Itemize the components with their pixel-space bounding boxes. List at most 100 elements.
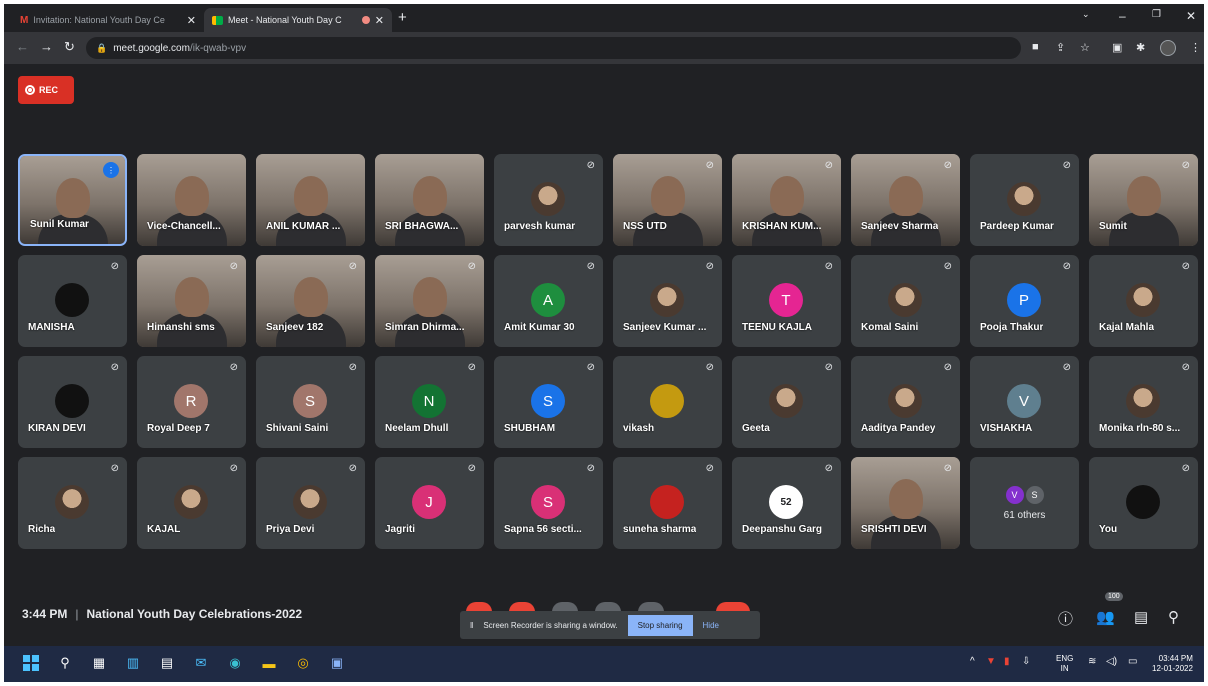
task-view-icon[interactable]: ▦ xyxy=(90,654,108,672)
antivirus-icon[interactable]: ▼ xyxy=(986,656,996,667)
stop-sharing-button[interactable]: Stop sharing xyxy=(627,614,693,636)
participant-tile[interactable]: S ⊘ Shivani Saini xyxy=(256,356,365,448)
participant-tile[interactable]: ⊘ parvesh kumar xyxy=(494,154,603,246)
participant-tile[interactable]: ⊘ Himanshi sms xyxy=(137,255,246,347)
participant-tile[interactable]: R ⊘ Royal Deep 7 xyxy=(137,356,246,448)
camera-in-use-icon[interactable]: ■ xyxy=(1032,41,1039,53)
minimize-button[interactable]: – xyxy=(1119,9,1126,23)
chat-icon[interactable]: ▤ xyxy=(1134,608,1148,626)
mail-icon[interactable]: ✉ xyxy=(192,654,210,672)
participant-avatar xyxy=(769,384,803,418)
participant-tile[interactable]: ⊘ Sanjeev Sharma xyxy=(851,154,960,246)
participant-tile[interactable]: V ⊘ VISHAKHA xyxy=(970,356,1079,448)
share-message: Screen Recorder is sharing a window. xyxy=(483,620,618,630)
tab-search-icon[interactable]: ⌄ xyxy=(1082,9,1090,20)
calendar-icon[interactable]: ▤ xyxy=(158,654,176,672)
people-icon[interactable]: 👥 xyxy=(1096,608,1115,626)
participant-tile[interactable]: ANIL KUMAR ... xyxy=(256,154,365,246)
share-icon[interactable]: ⇪ xyxy=(1056,41,1065,54)
participant-tile[interactable]: ⊘ Priya Devi xyxy=(256,457,365,549)
screen-recorder-icon[interactable]: ▣ xyxy=(328,654,346,672)
participant-tile[interactable]: 52 ⊘ Deepanshu Garg xyxy=(732,457,841,549)
participant-tile[interactable]: ⊘ NSS UTD xyxy=(613,154,722,246)
participant-tile[interactable]: ⊘ KRISHAN KUM... xyxy=(732,154,841,246)
volume-icon[interactable]: ◁) xyxy=(1106,656,1117,667)
participant-tile[interactable]: ⋮ Sunil Kumar xyxy=(18,154,127,246)
participant-name: parvesh kumar xyxy=(504,221,576,232)
participant-name: SHUBHAM xyxy=(504,423,556,434)
participant-tile[interactable]: ⊘ Komal Saini xyxy=(851,255,960,347)
maximize-button[interactable]: ❐ xyxy=(1152,9,1161,20)
participant-tile[interactable]: J ⊘ Jagriti xyxy=(375,457,484,549)
wifi-icon[interactable]: ≋ xyxy=(1088,656,1096,667)
participant-tile[interactable]: ⊘ Sanjeev Kumar ... xyxy=(613,255,722,347)
new-tab-button[interactable]: + xyxy=(398,9,407,26)
widgets-icon[interactable]: ▥ xyxy=(124,654,142,672)
hide-button[interactable]: Hide xyxy=(703,621,719,630)
video-person-head xyxy=(412,277,447,317)
participant-tile[interactable]: ⊘ KIRAN DEVI xyxy=(18,356,127,448)
mic-off-icon: ⊘ xyxy=(229,463,238,474)
participant-tile[interactable]: ⊘ Pardeep Kumar xyxy=(970,154,1079,246)
participant-tile[interactable]: T ⊘ TEENU KAJLA xyxy=(732,255,841,347)
participant-name: You xyxy=(1099,524,1118,535)
windows-start-icon[interactable] xyxy=(22,654,40,672)
participant-tile[interactable]: V S 61 others xyxy=(970,457,1079,549)
participant-tile[interactable]: ⊘ Aaditya Pandey xyxy=(851,356,960,448)
show-hidden-icons[interactable]: ^ xyxy=(970,656,975,667)
participant-tile[interactable]: S ⊘ Sapna 56 secti... xyxy=(494,457,603,549)
url-bar[interactable]: 🔒 meet.google.com /ik-qwab-vpv xyxy=(86,37,1021,59)
participant-name: Shivani Saini xyxy=(266,423,329,434)
participant-tile[interactable]: SRI BHAGWA... xyxy=(375,154,484,246)
system-clock[interactable]: 03:44 PM 12-01-2022 xyxy=(1152,654,1193,674)
participant-tile[interactable]: S ⊘ SHUBHAM xyxy=(494,356,603,448)
close-tab-icon[interactable]: ✕ xyxy=(375,14,384,27)
menu-icon[interactable]: ⋮ xyxy=(1190,41,1201,54)
mic-off-icon: ⊘ xyxy=(824,261,833,272)
participant-tile[interactable]: ⊘ Sumit xyxy=(1089,154,1198,246)
chrome-icon[interactable]: ◎ xyxy=(294,654,312,672)
participant-tile[interactable]: Vice-Chancell... xyxy=(137,154,246,246)
participant-name: Pardeep Kumar xyxy=(980,221,1054,232)
meeting-details-icon[interactable]: ⓘ xyxy=(1058,608,1073,629)
others-avatar: S xyxy=(1025,485,1044,504)
tab-invitation[interactable]: M Invitation: National Youth Day Ce ✕ xyxy=(12,8,204,32)
bookmark-star-icon[interactable]: ☆ xyxy=(1080,41,1090,54)
puzzle-icon[interactable]: ✱ xyxy=(1136,41,1145,54)
participant-tile[interactable]: ⊘ Sanjeev 182 xyxy=(256,255,365,347)
participant-tile[interactable]: A ⊘ Amit Kumar 30 xyxy=(494,255,603,347)
participant-tile[interactable]: ⊘ Richa xyxy=(18,457,127,549)
participant-tile[interactable]: N ⊘ Neelam Dhull xyxy=(375,356,484,448)
forward-button[interactable]: → xyxy=(40,39,53,54)
mic-off-icon: ⊘ xyxy=(1062,261,1071,272)
search-icon[interactable]: ⚲ xyxy=(56,654,74,672)
participant-avatar xyxy=(1126,283,1160,317)
close-tab-icon[interactable]: ✕ xyxy=(187,14,196,27)
recording-badge[interactable]: REC xyxy=(18,76,74,104)
participant-tile[interactable]: ⊘ Monika rln-80 s... xyxy=(1089,356,1198,448)
edge-icon[interactable]: ◉ xyxy=(226,654,244,672)
participant-tile[interactable]: ⊘ Geeta xyxy=(732,356,841,448)
profile-avatar[interactable] xyxy=(1160,40,1176,56)
close-window-button[interactable]: ✕ xyxy=(1186,9,1196,23)
participant-tile[interactable]: ⊘ SRISHTI DEVI xyxy=(851,457,960,549)
participant-tile[interactable]: ⊘ KAJAL xyxy=(137,457,246,549)
tab-meet[interactable]: Meet - National Youth Day C ✕ xyxy=(204,8,392,32)
app-tray-icon[interactable]: ▮ xyxy=(1004,656,1010,667)
participant-avatar xyxy=(888,283,922,317)
participant-tile[interactable]: ⊘ Simran Dhirma... xyxy=(375,255,484,347)
participant-tile[interactable]: ⊘ suneha sharma xyxy=(613,457,722,549)
participant-tile[interactable]: ⊘ You xyxy=(1089,457,1198,549)
participant-tile[interactable]: ⊘ MANISHA xyxy=(18,255,127,347)
battery-icon[interactable]: ▭ xyxy=(1128,656,1137,667)
reload-button[interactable]: ↻ xyxy=(64,39,75,55)
extension-icon[interactable]: ▣ xyxy=(1112,41,1122,54)
file-explorer-icon[interactable]: ▬ xyxy=(260,654,278,672)
back-button[interactable]: ← xyxy=(16,39,29,54)
language-indicator[interactable]: ENG IN xyxy=(1056,654,1073,674)
activities-icon[interactable]: ⚲ xyxy=(1168,608,1179,626)
participant-tile[interactable]: ⊘ Kajal Mahla xyxy=(1089,255,1198,347)
participant-tile[interactable]: P ⊘ Pooja Thakur xyxy=(970,255,1079,347)
usb-icon[interactable]: ⇩ xyxy=(1022,656,1030,667)
participant-tile[interactable]: ⊘ vikash xyxy=(613,356,722,448)
